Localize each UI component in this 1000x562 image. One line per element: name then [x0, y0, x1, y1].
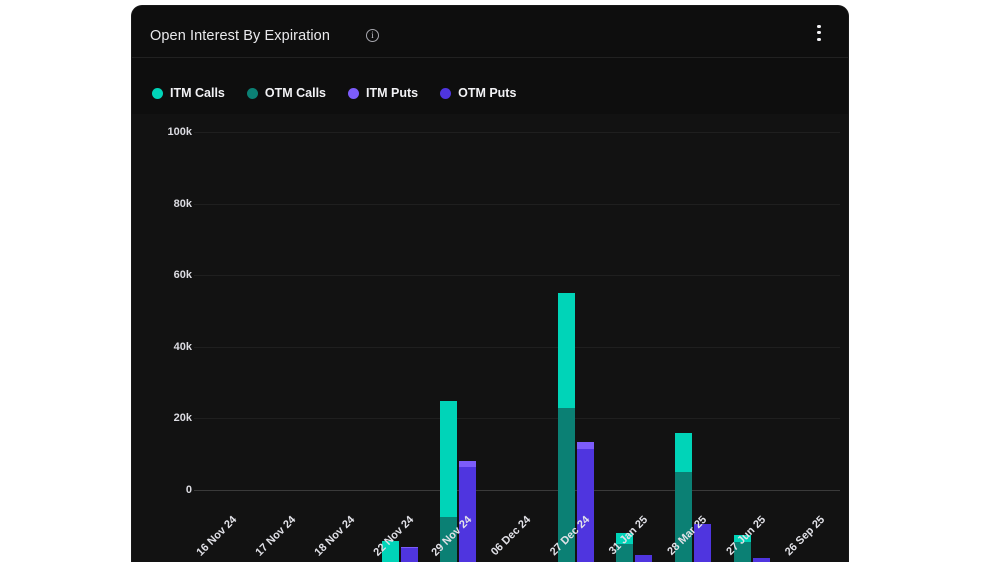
open-interest-card: Open Interest By Expiration i ITM Calls O… [132, 6, 848, 562]
y-axis-tick-label: 100k [167, 126, 192, 138]
x-axis-tick-label: 31 Jan 25 [607, 513, 651, 558]
legend-item-label: ITM Calls [170, 86, 225, 100]
x-axis-tick-label: 18 Nov 24 [312, 513, 358, 559]
card-header: Open Interest By Expiration i [132, 6, 848, 58]
legend-swatch-icon [246, 87, 258, 99]
chart-plot-area: 0 20k 40k 60k 80k 100k 16 Nov 24 17 Nov 24 18 N… [132, 114, 848, 562]
legend-item-label: OTM Calls [264, 86, 326, 100]
legend-swatch-icon [152, 87, 163, 99]
legend-item-itm-puts[interactable]: ITM Puts [348, 86, 418, 100]
kebab-menu-icon[interactable] [812, 25, 826, 43]
screenshot-root: Open Interest By Expiration i ITM Calls O… [0, 0, 1000, 562]
y-axis: 0 20k 40k 60k 80k 100k [132, 114, 192, 562]
y-axis-tick-label: 40k [173, 340, 192, 353]
page-title: Open Interest By Expiration [150, 28, 331, 44]
x-axis-tick-label: 28 Mar 25 [665, 513, 710, 558]
y-axis-tick-label: 20k [173, 412, 192, 425]
legend-item-otm-calls[interactable]: OTM Calls [246, 86, 326, 100]
x-axis-tick-label: 26 Sep 25 [782, 513, 827, 559]
x-axis-tick-label: 29 Nov 24 [429, 513, 475, 559]
legend-item-otm-puts[interactable]: OTM Puts [440, 86, 516, 100]
legend-swatch-icon [440, 87, 452, 99]
kebab-dot [817, 25, 821, 29]
x-axis-tick-label: 27 Dec 24 [547, 513, 592, 559]
x-axis-tick-label: 27 Jun 25 [724, 513, 769, 558]
y-axis-tick-label: 80k [173, 197, 192, 210]
x-axis-tick-label: 16 Nov 24 [194, 513, 240, 559]
legend-swatch-icon [348, 87, 359, 99]
y-axis-tick-label: 60k [173, 269, 192, 282]
x-axis-tick-label: 22 Nov 24 [370, 513, 416, 559]
kebab-dot [817, 37, 821, 41]
x-axis-tick-label: 06 Dec 24 [488, 513, 534, 559]
kebab-dot [817, 31, 821, 35]
legend-item-label: OTM Puts [458, 86, 517, 100]
chart-legend: ITM Calls OTM Calls ITM Puts OTM Puts [152, 86, 516, 100]
legend-item-label: ITM Puts [366, 86, 419, 100]
y-axis-tick-label: 0 [185, 484, 192, 496]
info-icon[interactable]: i [366, 29, 379, 42]
legend-item-itm-calls[interactable]: ITM Calls [152, 86, 225, 100]
x-axis: 16 Nov 24 17 Nov 24 18 Nov 24 22 Nov 24 29 N… [194, 114, 840, 562]
x-axis-tick-label: 17 Nov 24 [253, 513, 299, 559]
